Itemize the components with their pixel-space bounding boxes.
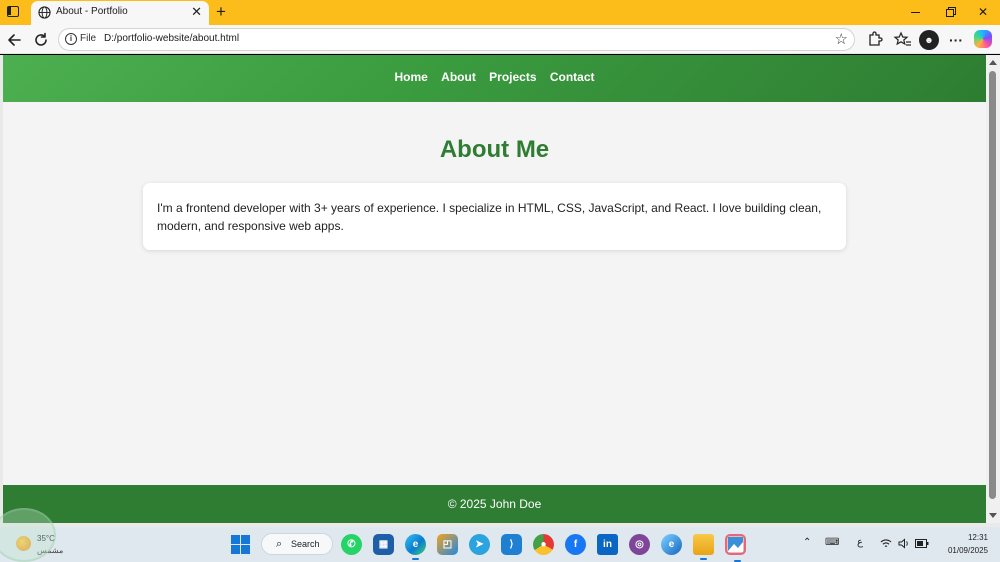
back-arrow-icon[interactable] (5, 30, 25, 50)
favorites-icon[interactable] (893, 30, 913, 50)
about-card: I'm a frontend developer with 3+ years o… (143, 183, 846, 250)
search-icon: ⌕ (276, 538, 283, 550)
browser-tab[interactable]: About - Portfolio ✕ (31, 1, 209, 25)
copilot-icon[interactable] (974, 30, 992, 48)
tab-title: About - Portfolio (56, 6, 128, 17)
more-icon[interactable]: ··· (946, 30, 966, 50)
taskbar-search[interactable]: ⌕ Search (261, 533, 333, 555)
close-icon[interactable]: ✕ (191, 4, 202, 20)
nav-link-home[interactable]: Home (394, 70, 427, 84)
file-explorer-icon[interactable] (693, 534, 714, 560)
office-icon[interactable]: ◰ (437, 534, 458, 555)
url-text[interactable]: D:/portfolio-website/about.html (104, 33, 239, 44)
vertical-scrollbar[interactable] (986, 55, 1000, 523)
nav-link-about[interactable]: About (441, 70, 476, 84)
tab-actions-icon[interactable] (5, 5, 23, 20)
scroll-up-icon[interactable] (989, 60, 997, 65)
clock-time[interactable]: 12:31 (958, 533, 988, 542)
vscode-icon[interactable]: ⟩ (501, 534, 522, 555)
scroll-thumb[interactable] (989, 71, 996, 499)
chevron-up-icon[interactable]: ⌃ (803, 537, 811, 548)
linkedin-icon[interactable]: in (597, 534, 618, 555)
edge-icon[interactable]: e (405, 534, 426, 560)
chrome-icon[interactable]: ● (533, 534, 554, 555)
info-icon[interactable]: i (65, 33, 77, 45)
wifi-icon[interactable] (880, 538, 892, 549)
facebook-icon[interactable]: f (565, 534, 586, 555)
site-nav: Home About Projects Contact (3, 70, 986, 84)
photos-icon[interactable] (725, 534, 746, 562)
site-footer: © 2025 John Doe (3, 485, 986, 523)
microsoft-store-icon[interactable]: ▦ (373, 534, 394, 555)
about-text: I'm a frontend developer with 3+ years o… (157, 201, 822, 233)
footer-text: © 2025 John Doe (447, 497, 542, 511)
clock-date[interactable]: 01/09/2025 (938, 546, 988, 555)
nav-link-contact[interactable]: Contact (550, 70, 595, 84)
windows-taskbar: 35°C مشمس ⌕ Search ✆ ▦ e ◰ ➤ ⟩ ● f in ◎ … (0, 527, 1000, 562)
star-icon[interactable]: ☆ (835, 30, 848, 50)
minimize-icon[interactable] (897, 0, 933, 25)
search-label: Search (291, 539, 320, 549)
extensions-icon[interactable] (864, 30, 884, 50)
profile-icon[interactable]: ☻ (919, 30, 939, 50)
window-close-icon[interactable]: ✕ (965, 0, 1000, 25)
maximize-icon[interactable] (932, 0, 968, 25)
address-bar[interactable]: i File D:/portfolio-website/about.html ☆ (58, 28, 855, 51)
tor-icon[interactable]: ◎ (629, 534, 650, 555)
edge-dev-icon[interactable]: e (661, 534, 682, 555)
page-title: About Me (439, 136, 550, 163)
telegram-icon[interactable]: ➤ (469, 534, 490, 555)
site-info-label[interactable]: File (80, 33, 96, 44)
scroll-down-icon[interactable] (989, 513, 997, 518)
volume-icon[interactable] (898, 538, 910, 549)
reload-icon[interactable] (31, 30, 51, 50)
windows-start-icon[interactable] (231, 535, 250, 554)
browser-toolbar: i File D:/portfolio-website/about.html ☆ (0, 25, 1000, 54)
browser-title-bar: About - Portfolio ✕ + ✕ (0, 0, 1000, 25)
site-header: Home About Projects Contact (3, 55, 986, 102)
nav-link-projects[interactable]: Projects (489, 70, 536, 84)
battery-icon[interactable] (915, 539, 929, 548)
input-language[interactable]: ع (857, 537, 863, 548)
whatsapp-icon[interactable]: ✆ (341, 534, 362, 555)
page-viewport: Home About Projects Contact About Me I'm… (3, 55, 986, 523)
new-tab-button[interactable]: + (212, 2, 230, 22)
globe-icon (38, 6, 51, 19)
keyboard-icon[interactable]: ⌨ (825, 537, 839, 548)
